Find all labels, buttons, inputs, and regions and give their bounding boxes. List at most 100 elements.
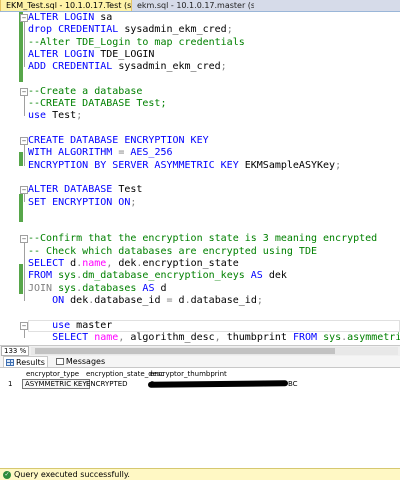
code-token: thumbprint — [226, 331, 293, 343]
code-token: --Alter TDE_Login to map credentials — [28, 36, 245, 48]
code-token: JOIN — [28, 282, 59, 294]
code-token: sys — [58, 282, 77, 294]
code-line[interactable]: use master — [28, 320, 112, 332]
code-token: ALTER LOGIN — [28, 48, 101, 60]
redaction-mark — [147, 380, 289, 388]
code-line[interactable]: ALTER LOGIN TDE_LOGIN — [28, 49, 154, 61]
code-token: ; — [220, 61, 227, 73]
zoom-level-dropdown[interactable]: 133 % — [1, 346, 29, 356]
tab-label: Messages — [65, 357, 106, 366]
code-token: Test — [118, 184, 143, 196]
code-line[interactable]: ADD CREDENTIAL sysadmin_ekm_cred; — [28, 61, 227, 73]
code-token: ON — [28, 294, 71, 306]
tab-results[interactable]: Results — [3, 356, 48, 367]
code-line[interactable]: ENCRYPTION BY SERVER ASYMMETRIC KEY EKMS… — [28, 160, 341, 172]
fold-guide — [24, 329, 25, 338]
code-line[interactable]: JOIN sys.databases AS d — [28, 283, 167, 295]
code-line[interactable]: ON dek.database_id = d.database_id; — [28, 295, 263, 307]
code-token: dek — [70, 294, 89, 306]
change-tracking-bar — [19, 12, 23, 345]
row-number[interactable]: 1 — [8, 379, 12, 389]
code-token: sys — [58, 270, 77, 282]
results-grid[interactable]: encryptor_type encryption_state_desc enc… — [0, 368, 400, 468]
column-header-encryptor-thumbprint[interactable]: encryptor_thumbprint — [150, 370, 227, 379]
code-token: ENCRYPTION BY SERVER ASYMMETRIC KEY — [28, 159, 245, 171]
tab-ekm-test[interactable]: EKM_Test.sql - 10.1.0.17.Test (sa (58))*… — [0, 0, 132, 11]
column-header-encryptor-type[interactable]: encryptor_type — [26, 370, 79, 379]
code-token: FROM — [28, 270, 59, 282]
code-token: --Confirm that the encryption state is 3… — [28, 233, 378, 245]
fold-guide — [24, 22, 25, 68]
code-token: ; — [76, 110, 83, 122]
collapse-toggle-icon[interactable]: − — [20, 137, 28, 145]
cell-encryptor-type[interactable]: ASYMMETRIC KEY — [22, 379, 90, 389]
results-tab-strip: Results Messages — [0, 356, 400, 368]
code-token: WITH ALGORITHM — [28, 147, 119, 159]
code-token: Test — [52, 110, 77, 122]
code-token: SELECT — [28, 331, 95, 343]
cell-thumbprint-suffix[interactable]: BC — [288, 379, 298, 389]
code-token: FROM — [292, 331, 324, 343]
code-token: sysadmin_ekm_cred — [124, 24, 227, 36]
tab-ekm[interactable]: ekm.sql - 10.1.0.17.master (sa (53)) — [132, 0, 254, 11]
code-token: drop CREDENTIAL — [28, 24, 125, 36]
code-token: ; — [130, 196, 137, 208]
code-line[interactable]: --CREATE DATABASE Test; — [28, 98, 166, 110]
code-line[interactable]: SELECT d.name, dek.encryption_state — [28, 258, 239, 270]
code-line[interactable]: drop CREDENTIAL sysadmin_ekm_cred; — [28, 24, 233, 36]
code-line[interactable]: -- Check which databases are encrypted u… — [28, 246, 317, 258]
tab-messages[interactable]: Messages — [54, 356, 107, 367]
code-token: = — [118, 147, 131, 159]
code-token: database_id — [190, 294, 257, 306]
tab-title: EKM_Test.sql - 10.1.0.17.Test (sa (58))* — [6, 1, 132, 10]
code-token: master — [76, 319, 113, 331]
code-line[interactable]: --Create a database — [28, 86, 142, 98]
code-token: database_id — [94, 294, 167, 306]
collapse-toggle-icon[interactable]: − — [20, 321, 28, 330]
cell-encryption-state-desc[interactable]: ENCRYPTED — [86, 379, 128, 389]
code-line[interactable]: --Confirm that the encryption state is 3… — [28, 233, 377, 245]
code-token: AS — [250, 270, 269, 282]
code-token: SET ENCRYPTION ON — [28, 196, 131, 208]
code-token: , — [106, 258, 119, 269]
success-icon: ✓ — [3, 470, 11, 479]
editor-bottom-bar: 133 % — [0, 345, 400, 356]
code-token: dm_database_encryption_keys — [82, 270, 251, 282]
tab-title: ekm.sql - 10.1.0.17.master (sa (53)) — [137, 0, 254, 10]
code-token: ; — [335, 159, 342, 171]
collapse-toggle-icon[interactable]: − — [20, 235, 28, 244]
query-editor[interactable]: − − − − − − ALTER LOGIN sa drop CREDENTIAL sys… — [0, 12, 400, 345]
code-token: databases — [82, 282, 143, 294]
code-token: use — [28, 110, 53, 122]
fold-guide — [24, 95, 25, 117]
line-gutter — [0, 12, 20, 345]
code-token: use — [28, 319, 77, 331]
code-token: d — [160, 282, 167, 294]
code-line[interactable]: SET ENCRYPTION ON; — [28, 197, 136, 209]
code-line[interactable]: use Test; — [28, 110, 82, 122]
code-line[interactable]: ALTER LOGIN sa — [28, 12, 112, 24]
code-token: SELECT — [28, 258, 71, 269]
code-line[interactable]: SELECT name, algorithm_desc, thumbprint … — [28, 332, 400, 344]
collapse-toggle-icon[interactable]: − — [20, 14, 28, 22]
scrollbar-thumb[interactable] — [35, 348, 335, 354]
code-token: ADD CREDENTIAL — [28, 61, 119, 73]
code-line[interactable]: WITH ALGORITHM = AES_256 — [28, 147, 173, 159]
code-token: ALTER LOGIN — [28, 12, 101, 23]
code-token: sys — [323, 331, 342, 343]
code-token: name — [94, 331, 119, 343]
horizontal-scrollbar[interactable] — [31, 347, 398, 355]
code-line[interactable]: FROM sys.dm_database_encryption_keys AS … — [28, 270, 287, 282]
tab-label: Results — [16, 357, 45, 367]
collapse-toggle-icon[interactable]: − — [20, 87, 28, 96]
document-tab-strip: EKM_Test.sql - 10.1.0.17.Test (sa (58))*… — [0, 0, 400, 12]
collapse-toggle-icon[interactable]: − — [20, 186, 28, 195]
code-line[interactable]: CREATE DATABASE ENCRYPTION KEY — [28, 135, 209, 147]
code-token: EKMSampleASYKey — [244, 159, 336, 171]
code-token: ; — [256, 294, 263, 306]
code-line[interactable]: --Alter TDE_Login to map credentials — [28, 37, 245, 49]
code-token: asymmetric_keys — [347, 331, 400, 343]
code-token: --CREATE DATABASE Test; — [28, 98, 167, 110]
code-line[interactable]: ALTER DATABASE Test — [28, 184, 142, 196]
code-token: , — [214, 331, 227, 343]
